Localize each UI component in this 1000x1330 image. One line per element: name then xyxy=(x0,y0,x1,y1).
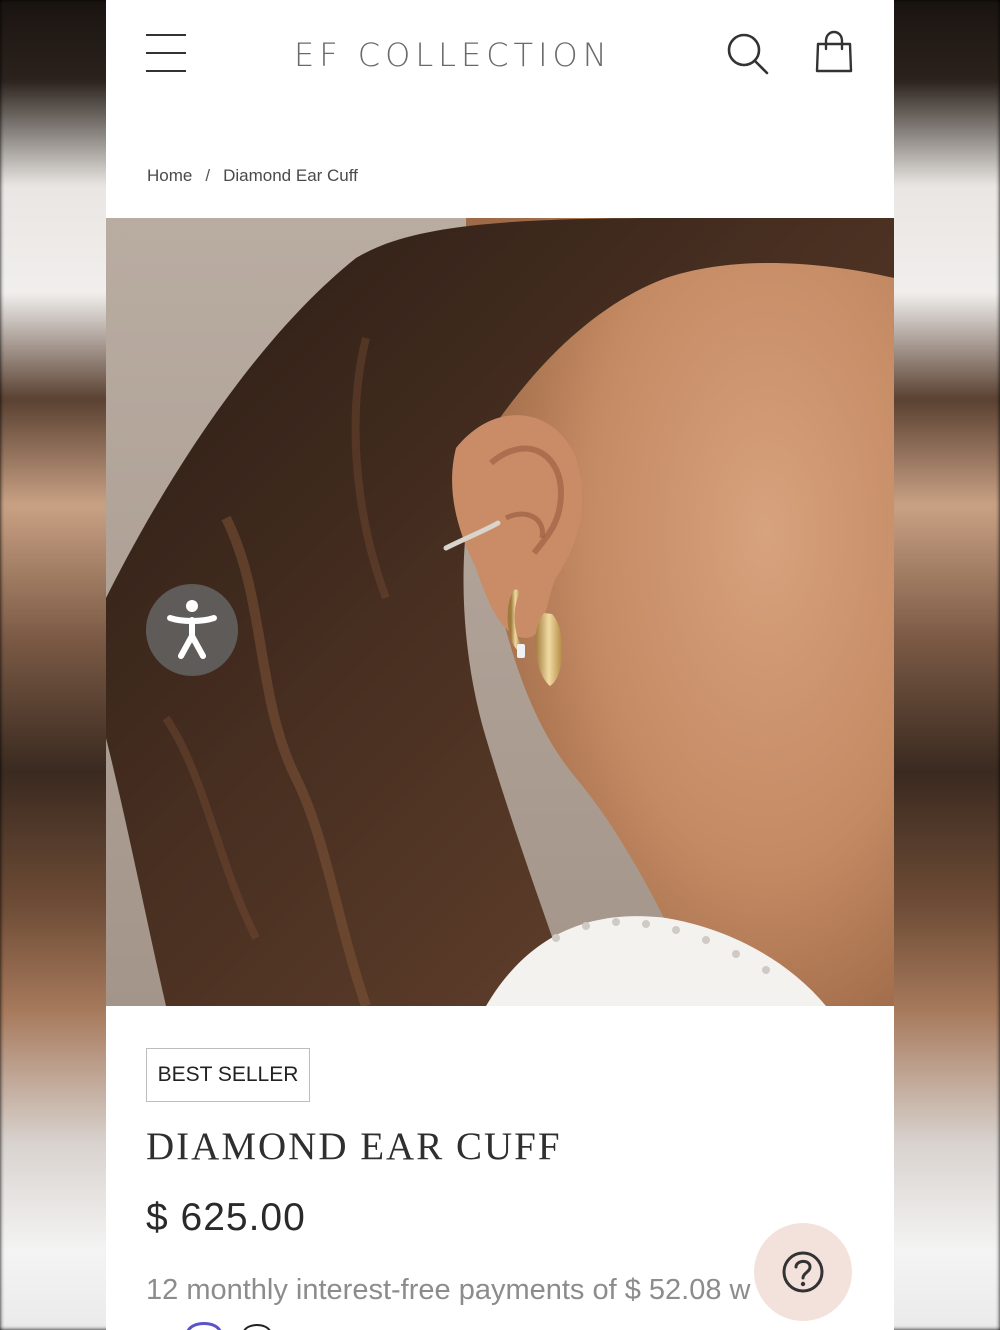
shopping-bag-icon[interactable] xyxy=(814,30,854,74)
product-price: $ 625.00 xyxy=(146,1196,306,1239)
accessibility-person-icon xyxy=(167,600,217,659)
help-chat-button[interactable] xyxy=(754,1223,852,1321)
breadcrumb-home-link[interactable]: Home xyxy=(147,166,192,185)
product-title: DIAMOND EAR CUFF xyxy=(146,1125,562,1168)
question-mark-icon xyxy=(782,1251,824,1293)
payment-provider-logos[interactable] xyxy=(186,1318,306,1330)
brand-logo[interactable]: EF COLLECTION xyxy=(294,36,686,76)
accessibility-button[interactable] xyxy=(146,584,238,676)
search-icon[interactable] xyxy=(726,32,770,76)
hamburger-menu-icon[interactable] xyxy=(146,32,188,74)
mobile-page: EF COLLECTION Home / Diamond Ear Cuff BE… xyxy=(106,0,894,1330)
breadcrumb-current: Diamond Ear Cuff xyxy=(223,166,358,185)
installments-text: 12 monthly interest-free payments of $ 5… xyxy=(146,1274,751,1306)
site-header: EF COLLECTION xyxy=(106,0,894,110)
breadcrumb-separator: / xyxy=(205,166,211,185)
best-seller-badge: BEST SELLER xyxy=(146,1048,310,1102)
breadcrumb: Home / Diamond Ear Cuff xyxy=(147,166,358,186)
